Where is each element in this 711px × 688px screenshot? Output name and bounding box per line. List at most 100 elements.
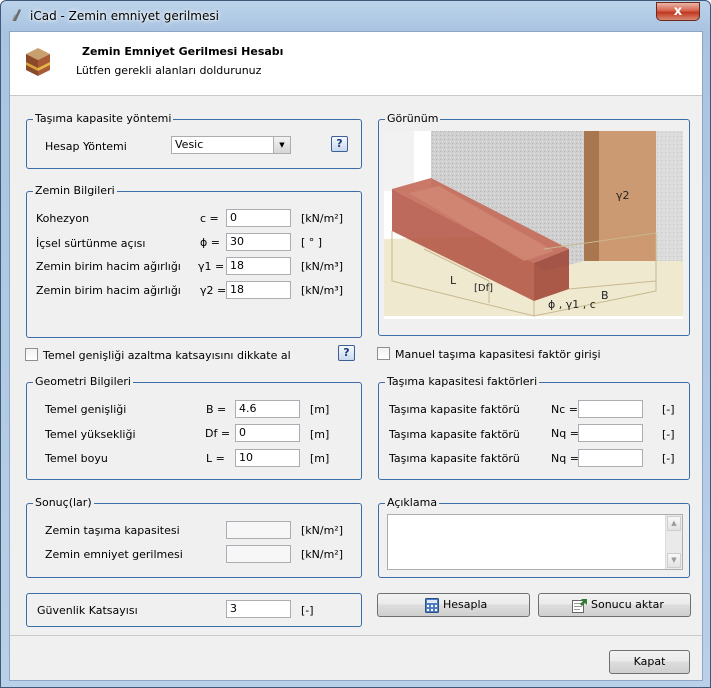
geometry-group: Geometri Bilgileri Temel genişliği B = 4… xyxy=(26,375,362,480)
foundation-depth-unit: [m] xyxy=(310,428,330,441)
calculate-button[interactable]: Hesapla xyxy=(377,593,530,617)
foundation-width-unit: [m] xyxy=(310,403,330,416)
foundation-depth-symbol: Df = xyxy=(205,427,231,440)
bearing-capacity-output[interactable] xyxy=(226,521,291,539)
allowable-stress-label: Zemin emniyet gerilmesi xyxy=(45,548,183,561)
method-label: Hesap Yöntemi xyxy=(45,140,127,153)
preview-legend: Görünüm xyxy=(385,112,441,125)
safety-factor-label: Güvenlik Katsayısı xyxy=(37,604,138,617)
calculator-icon xyxy=(425,598,439,613)
friction-angle-label: İçsel sürtünme açısı xyxy=(36,237,146,250)
calculate-button-label: Hesapla xyxy=(443,598,488,611)
cohesion-label: Kohezyon xyxy=(36,212,90,225)
unit-weight1-label: Zemin birim hacim ağırlığı xyxy=(36,260,181,273)
method-help-button[interactable]: ? xyxy=(331,136,348,152)
safety-factor-unit: [-] xyxy=(301,604,314,617)
geometry-legend: Geometri Bilgileri xyxy=(33,375,133,388)
window: iCad - Zemin emniyet gerilmesi x Zemin E… xyxy=(0,0,711,688)
manual-factors-label: Manuel taşıma kapasitesi faktör girişi xyxy=(395,348,601,361)
allowable-stress-unit: [kN/m²] xyxy=(301,548,344,561)
method-select[interactable]: Vesic ▼ xyxy=(171,136,291,154)
width-reduction-label: Temel genişliği azaltma katsayısını dikk… xyxy=(43,349,291,362)
cohesion-input[interactable]: 0 xyxy=(226,209,291,227)
results-group: Sonuç(lar) Zemin taşıma kapasitesi [kN/m… xyxy=(26,496,362,578)
foundation-length-symbol: L = xyxy=(206,452,225,465)
friction-angle-unit: [ ° ] xyxy=(301,236,323,249)
window-title: iCad - Zemin emniyet gerilmesi xyxy=(30,9,219,23)
unit-weight1-symbol: γ1 = xyxy=(198,260,225,273)
foundation-length-input[interactable]: 10 xyxy=(235,449,300,467)
export-result-button[interactable]: Sonucu aktar xyxy=(538,593,691,617)
allowable-stress-output[interactable] xyxy=(226,545,291,563)
factors-legend: Taşıma kapasitesi faktörleri xyxy=(385,375,540,388)
window-close-button[interactable]: x xyxy=(656,2,700,21)
foundation-width-label: Temel genişliği xyxy=(45,403,127,416)
safety-group: Güvenlik Katsayısı 3 [-] xyxy=(26,593,362,627)
dialog-subtitle: Lütfen gerekli alanları doldurunuz xyxy=(76,64,262,77)
export-result-button-label: Sonucu aktar xyxy=(591,598,664,611)
ngamma-label: Taşıma kapasite faktörü xyxy=(389,452,520,465)
nq-input[interactable] xyxy=(578,424,643,442)
factors-group: Taşıma kapasitesi faktörleri Taşıma kapa… xyxy=(378,375,690,480)
notes-textarea[interactable]: ▲ ▼ xyxy=(387,514,683,570)
cohesion-symbol: c = xyxy=(200,212,219,225)
foundation-depth-label: Temel yüksekliği xyxy=(45,428,136,441)
notes-scrollbar[interactable]: ▲ ▼ xyxy=(665,515,682,569)
width-reduction-help-button[interactable]: ? xyxy=(338,345,355,361)
app-logo-icon xyxy=(12,9,21,21)
close-dialog-button[interactable]: Kapat xyxy=(609,650,690,674)
soil-legend: Zemin Bilgileri xyxy=(33,184,117,197)
width-label: B xyxy=(601,289,609,302)
foundation-length-unit: [m] xyxy=(310,452,330,465)
manual-factors-checkbox[interactable] xyxy=(377,347,390,360)
nc-input[interactable] xyxy=(578,400,643,418)
depth-label: [Df] xyxy=(474,283,493,294)
cohesion-unit: [kN/m²] xyxy=(301,212,344,225)
dialog-body: Zemin Emniyet Gerilmesi Hesabı Lütfen ge… xyxy=(9,31,703,681)
soil-layers-icon xyxy=(26,48,50,76)
nc-unit: [-] xyxy=(662,403,675,416)
method-group: Taşıma kapasite yöntemi Hesap Yöntemi Ve… xyxy=(26,112,362,169)
dialog-footer: Kapat xyxy=(10,635,702,681)
foundation-3d-illustration: γ2 L [Df] ϕ , γ1 , c B xyxy=(384,131,683,319)
scroll-down-icon[interactable]: ▼ xyxy=(667,553,681,568)
nq-label: Taşıma kapasite faktörü xyxy=(389,428,520,441)
title-bar[interactable]: iCad - Zemin emniyet gerilmesi x xyxy=(1,1,710,31)
chevron-down-icon[interactable]: ▼ xyxy=(273,137,290,153)
bearing-capacity-label: Zemin taşıma kapasitesi xyxy=(45,524,180,537)
nc-label: Taşıma kapasite faktörü xyxy=(389,403,520,416)
unit-weight2-symbol: γ2 = xyxy=(200,284,227,297)
unit-weight2-input[interactable]: 18 xyxy=(226,281,291,299)
nq-unit: [-] xyxy=(662,428,675,441)
nq-symbol: Nq = xyxy=(551,427,579,440)
foundation-length-label: Temel boyu xyxy=(45,452,108,465)
method-select-value: Vesic xyxy=(175,138,204,151)
unit-weight1-input[interactable]: 18 xyxy=(226,257,291,275)
nc-symbol: Nc = xyxy=(551,403,578,416)
ngamma-symbol: Nq = xyxy=(551,452,579,465)
dialog-title: Zemin Emniyet Gerilmesi Hesabı xyxy=(82,45,284,58)
notes-legend: Açıklama xyxy=(385,496,440,509)
foundation-depth-input[interactable]: 0 xyxy=(235,424,300,442)
method-legend: Taşıma kapasite yöntemi xyxy=(33,112,174,125)
ngamma-input[interactable] xyxy=(578,449,643,467)
dialog-header: Zemin Emniyet Gerilmesi Hesabı Lütfen ge… xyxy=(10,32,702,96)
unit-weight2-unit: [kN/m³] xyxy=(301,284,344,297)
safety-factor-input[interactable]: 3 xyxy=(226,600,291,618)
friction-angle-input[interactable]: 30 xyxy=(226,233,291,251)
results-legend: Sonuç(lar) xyxy=(33,496,94,509)
foundation-preview: γ2 L [Df] ϕ , γ1 , c B xyxy=(384,131,683,319)
export-icon xyxy=(572,599,587,613)
preview-group: Görünüm γ2 L [Df] ϕ , γ1 , c B xyxy=(378,112,690,336)
scroll-up-icon[interactable]: ▲ xyxy=(667,516,681,531)
friction-angle-symbol: ϕ = xyxy=(200,236,220,249)
unit-weight1-unit: [kN/m³] xyxy=(301,260,344,273)
foundation-width-input[interactable]: 4.6 xyxy=(235,400,300,418)
ngamma-unit: [-] xyxy=(662,452,675,465)
gamma2-label: γ2 xyxy=(616,189,630,202)
soil-group: Zemin Bilgileri Kohezyon c = 0 [kN/m²] İ… xyxy=(26,184,362,338)
width-reduction-checkbox[interactable] xyxy=(25,348,38,361)
unit-weight2-label: Zemin birim hacim ağırlığı xyxy=(36,284,181,297)
length-label: L xyxy=(450,274,457,287)
bearing-capacity-unit: [kN/m²] xyxy=(301,524,344,537)
